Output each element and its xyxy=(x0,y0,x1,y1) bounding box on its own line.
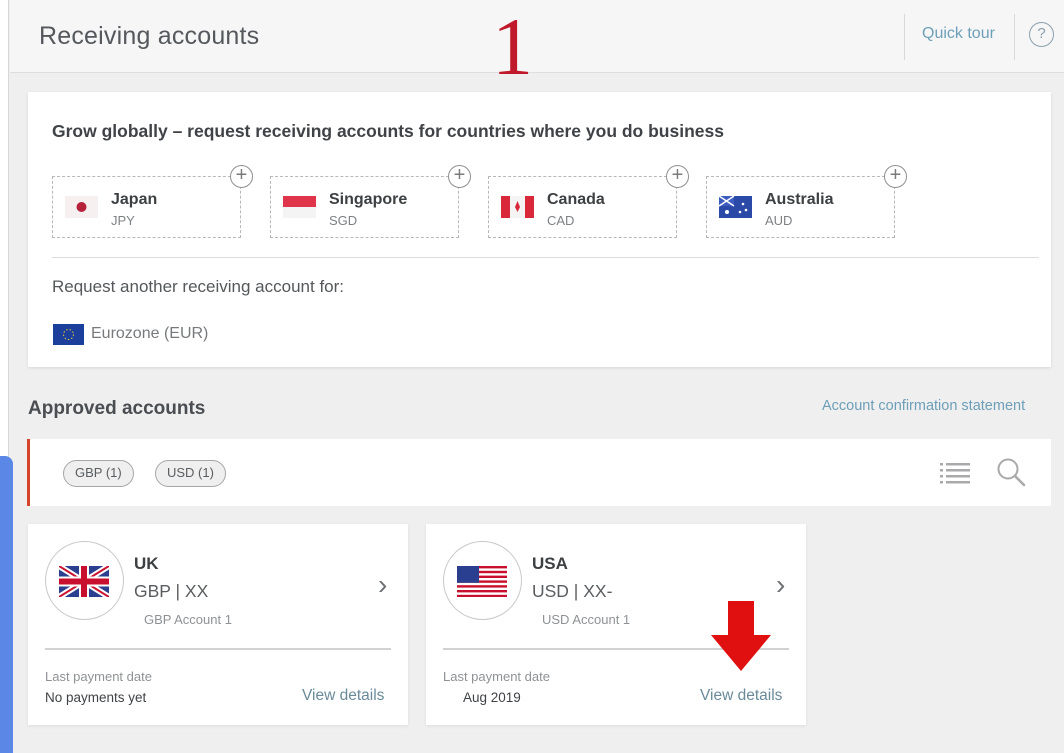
header-divider xyxy=(904,14,905,60)
account-confirmation-link[interactable]: Account confirmation statement xyxy=(822,398,1025,414)
filter-chip-usd[interactable]: USD (1) xyxy=(155,460,226,487)
quick-tour-link[interactable]: Quick tour xyxy=(922,25,995,43)
country-name: Canada xyxy=(547,191,605,208)
grow-globally-panel: Grow globally – request receiving accoun… xyxy=(28,92,1051,367)
last-payment-value: Aug 2019 xyxy=(463,690,521,705)
header-divider xyxy=(1014,14,1015,60)
last-payment-label: Last payment date xyxy=(443,669,550,684)
left-blue-tab xyxy=(0,456,13,753)
country-name: Singapore xyxy=(329,191,408,208)
australia-flag-icon xyxy=(718,195,752,218)
account-number: GBP | XX xyxy=(134,581,209,601)
eurozone-link[interactable]: Eurozone (EUR) xyxy=(91,325,208,343)
last-payment-value: No payments yet xyxy=(45,690,147,705)
request-another-label: Request another receiving account for: xyxy=(52,277,345,296)
country-card-japan[interactable]: Japan JPY + xyxy=(52,165,253,238)
currency-code: JPY xyxy=(111,213,135,228)
add-icon[interactable]: + xyxy=(230,165,253,188)
country-card-canada[interactable]: Canada CAD + xyxy=(488,165,689,238)
filter-bar: GBP (1) USD (1) xyxy=(27,439,1051,506)
add-icon[interactable]: + xyxy=(666,165,689,188)
account-name: GBP Account 1 xyxy=(144,612,232,627)
approved-accounts-title: Approved accounts xyxy=(28,398,206,419)
account-number: USD | XX- xyxy=(532,581,613,601)
annotation-arrow-icon xyxy=(707,601,775,673)
view-details-link[interactable]: View details xyxy=(700,687,782,705)
singapore-flag-icon xyxy=(283,196,316,218)
canada-flag-icon xyxy=(501,196,534,218)
currency-code: CAD xyxy=(547,213,575,228)
currency-code: SGD xyxy=(329,213,358,228)
chevron-right-icon[interactable]: › xyxy=(378,571,387,599)
page-header: Receiving accounts 1 Quick tour ? xyxy=(10,0,1064,88)
chevron-right-icon[interactable]: › xyxy=(776,571,785,599)
filter-chip-gbp[interactable]: GBP (1) xyxy=(63,460,134,487)
uk-flag-icon xyxy=(45,541,124,620)
account-name: USD Account 1 xyxy=(542,612,631,627)
usa-flag-icon xyxy=(443,541,522,620)
add-icon[interactable]: + xyxy=(448,165,471,188)
country-name: Japan xyxy=(111,191,158,208)
country-card-singapore[interactable]: Singapore SGD + xyxy=(270,165,471,238)
japan-flag-icon xyxy=(65,196,98,218)
search-icon[interactable] xyxy=(996,457,1026,487)
account-country: USA xyxy=(532,554,568,573)
grow-globally-title: Grow globally – request receiving accoun… xyxy=(52,121,724,141)
page-title: Receiving accounts xyxy=(39,22,260,50)
help-icon[interactable]: ? xyxy=(1029,22,1054,47)
add-icon[interactable]: + xyxy=(884,165,907,188)
divider xyxy=(45,648,391,650)
last-payment-label: Last payment date xyxy=(45,669,152,684)
country-name: Australia xyxy=(765,191,834,208)
divider xyxy=(52,257,1039,258)
eu-flag-icon xyxy=(53,324,84,345)
account-card-uk[interactable]: UK GBP | XX GBP Account 1 › Last payment… xyxy=(28,524,408,725)
currency-code: AUD xyxy=(765,213,793,228)
account-country: UK xyxy=(134,554,159,573)
view-details-link[interactable]: View details xyxy=(302,687,384,705)
annotation-number: 1 xyxy=(492,1,533,92)
country-card-australia[interactable]: Australia AUD + xyxy=(706,165,907,238)
list-view-icon[interactable] xyxy=(940,461,970,485)
